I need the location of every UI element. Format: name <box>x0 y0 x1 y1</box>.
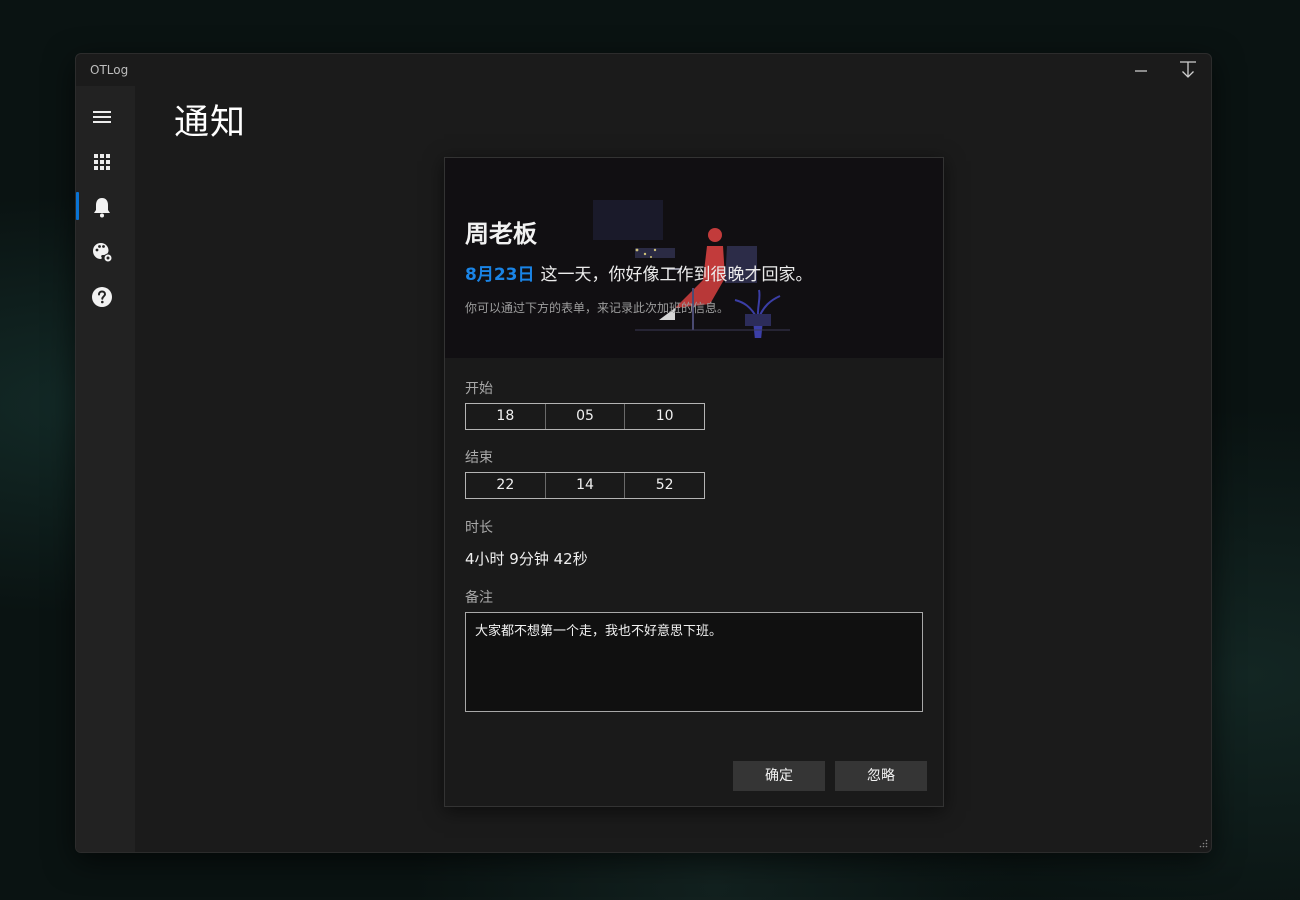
end-minute[interactable]: 14 <box>546 473 626 498</box>
nav-item-help[interactable] <box>76 276 135 316</box>
notification-banner: 周老板 8月23日 这一天，你好像工作到很晚才回家。 你可以通过下方的表单，来记录… <box>445 158 943 358</box>
overtime-message: 这一天，你好像工作到很晚才回家。 <box>540 265 813 285</box>
send-to-tray-button[interactable] <box>1173 58 1203 84</box>
app-title: OTLog <box>90 63 129 77</box>
form-hint: 你可以通过下方的表单，来记录此次加班的信息。 <box>465 301 730 315</box>
end-time-picker[interactable]: 22 14 52 <box>465 472 705 499</box>
duration-label: 时长 <box>465 520 493 536</box>
grid-apps-icon <box>94 154 110 170</box>
date-message-line: 8月23日 这一天，你好像工作到很晚才回家。 <box>465 260 813 285</box>
start-minute[interactable]: 05 <box>546 404 626 429</box>
end-label: 结束 <box>465 450 493 466</box>
bell-icon <box>94 198 110 218</box>
minimize-button[interactable] <box>1126 58 1156 84</box>
nav-item-notifications[interactable] <box>76 186 135 226</box>
nav-menu-toggle[interactable] <box>76 96 135 136</box>
title-bar[interactable]: OTLog <box>76 54 1211 86</box>
arrow-down-to-line-icon <box>1180 61 1196 78</box>
duration-value: 4小时 9分钟 42秒 <box>465 550 588 568</box>
end-second[interactable]: 52 <box>625 473 704 498</box>
nav-item-apps[interactable] <box>76 141 135 181</box>
note-label: 备注 <box>465 590 493 606</box>
end-hour[interactable]: 22 <box>466 473 546 498</box>
hamburger-menu-icon <box>93 111 111 123</box>
ignore-button[interactable]: 忽略 <box>835 761 927 791</box>
start-second[interactable]: 10 <box>625 404 704 429</box>
note-textarea[interactable]: 大家都不想第一个走，我也不好意思下班。 <box>465 612 923 712</box>
active-indicator <box>76 192 79 220</box>
sidebar <box>76 86 135 852</box>
start-label: 开始 <box>465 381 493 397</box>
confirm-button[interactable]: 确定 <box>733 761 825 791</box>
resize-grip-icon[interactable] <box>1198 839 1208 849</box>
nav-item-settings[interactable] <box>76 231 135 271</box>
help-icon <box>92 287 112 307</box>
boss-name: 周老板 <box>465 220 537 248</box>
overtime-notification-card: 周老板 8月23日 这一天，你好像工作到很晚才回家。 你可以通过下方的表单，来记录… <box>444 157 944 807</box>
app-window: OTLog 通知 周老板 8月23日 这一天，你好像工作到很晚才回家。 你可以通… <box>75 53 1212 853</box>
start-hour[interactable]: 18 <box>466 404 546 429</box>
palette-settings-icon <box>93 243 113 263</box>
overtime-date: 8月23日 <box>465 265 535 285</box>
page-title: 通知 <box>174 103 247 143</box>
start-time-picker[interactable]: 18 05 10 <box>465 403 705 430</box>
minimize-icon <box>1135 70 1147 72</box>
